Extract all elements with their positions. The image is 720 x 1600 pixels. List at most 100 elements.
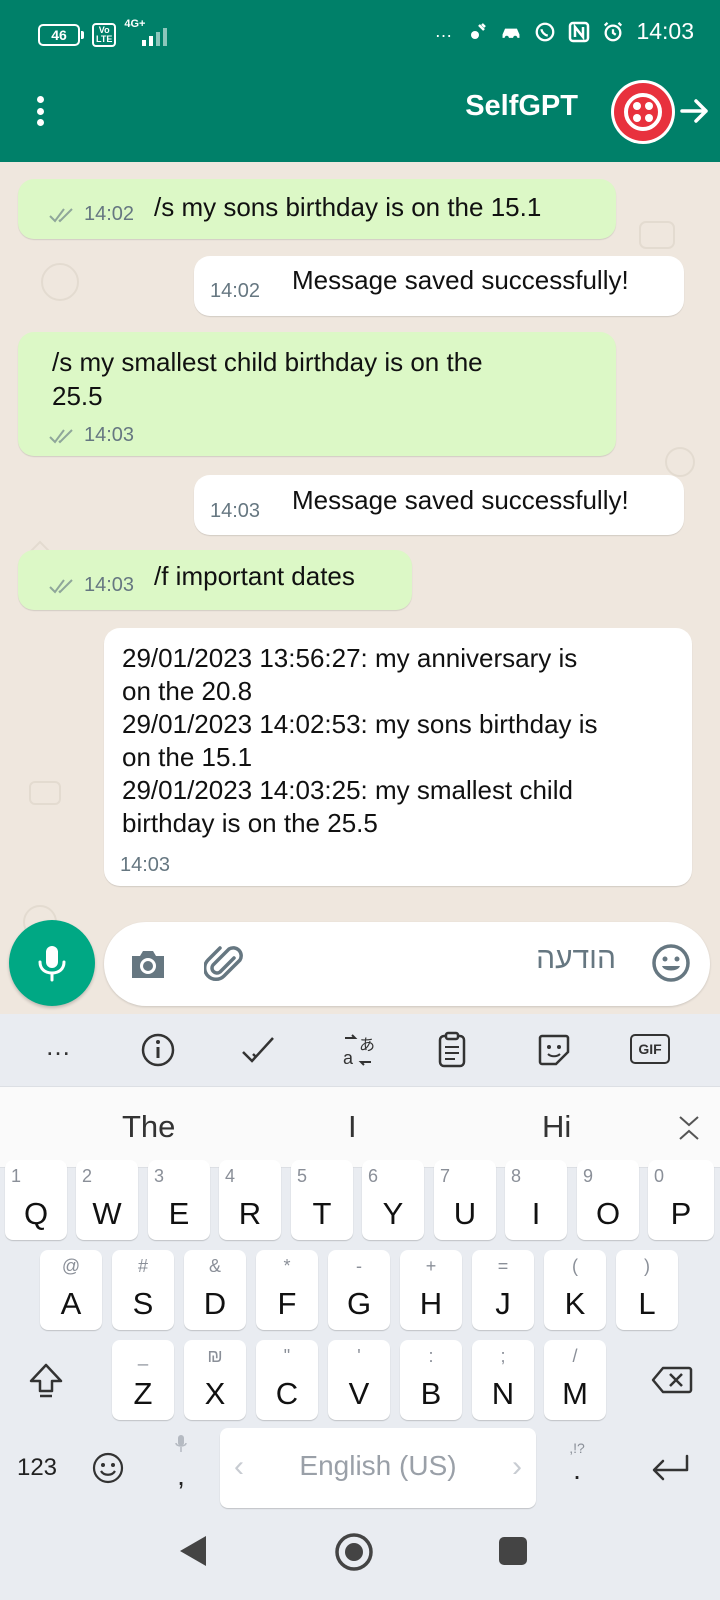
key-r[interactable]: 4R (219, 1160, 281, 1240)
key-y[interactable]: 6Y (362, 1160, 424, 1240)
message-text-line: on the 20.8 (122, 676, 253, 706)
suggestion-item[interactable]: I (348, 1109, 357, 1145)
microphone-button[interactable] (9, 920, 95, 1006)
message-outgoing[interactable]: /s my smallest child birthday is on the … (18, 332, 616, 456)
enter-key[interactable] (630, 1428, 710, 1508)
numbers-key[interactable]: 123 (6, 1428, 68, 1508)
key-n[interactable]: ; N (472, 1340, 534, 1420)
message-text: Message saved successfully! (292, 265, 629, 295)
chat-title[interactable]: SelfGPT (465, 90, 578, 123)
camera-icon[interactable] (128, 944, 168, 984)
message-text-line: /s my smallest child birthday is on the (52, 347, 483, 377)
key-z[interactable]: _ Z (112, 1340, 174, 1420)
message-time: 14:02 (84, 203, 135, 225)
info-icon[interactable] (138, 1032, 178, 1068)
alarm-icon (602, 21, 624, 43)
key-d[interactable]: & D (184, 1250, 246, 1330)
suggestion-item[interactable]: Hi (542, 1109, 571, 1145)
whatsapp-icon (534, 21, 556, 43)
app-header: 46 Vo LTE 4G+ … 14:03 SelfGPT (0, 0, 720, 162)
key-c[interactable]: " C (256, 1340, 318, 1420)
collapse-suggestions-icon[interactable] (674, 1113, 704, 1143)
emoji-icon (92, 1452, 124, 1484)
signal-icon: 4G+ (124, 18, 172, 48)
comma-key[interactable]: , (150, 1428, 212, 1508)
key-s[interactable]: # S (112, 1250, 174, 1330)
message-input[interactable]: הודעה (536, 942, 616, 976)
key-g[interactable]: -G (328, 1250, 390, 1330)
emoji-icon[interactable] (650, 942, 692, 984)
cast-icon (466, 21, 488, 43)
space-key[interactable]: ‹ English (US) › (220, 1428, 536, 1508)
key-x[interactable]: ₪ X (184, 1340, 246, 1420)
paperclip-icon[interactable] (204, 942, 248, 986)
svg-text:a: a (343, 1048, 354, 1068)
arrow-right-icon[interactable] (678, 94, 712, 128)
key-o[interactable]: 9O (577, 1160, 639, 1240)
message-outgoing[interactable]: 14:02 /s my sons birthday is on the 15.1 (18, 179, 616, 239)
message-incoming[interactable]: 29/01/2023 13:56:27: my anniversary is o… (104, 628, 692, 886)
key-a[interactable]: @ A (40, 1250, 102, 1330)
message-time: 14:03 (120, 854, 171, 876)
key-i[interactable]: 8I (505, 1160, 567, 1240)
key-t[interactable]: 5T (291, 1160, 353, 1240)
key-u[interactable]: 7U (434, 1160, 496, 1240)
key-v[interactable]: ' V (328, 1340, 390, 1420)
car-icon (500, 21, 522, 43)
key-k[interactable]: (K (544, 1250, 606, 1330)
message-text: Message saved successfully! (292, 485, 629, 515)
message-time: 14:03 (84, 574, 135, 596)
system-nav-bar (0, 1512, 720, 1600)
nfc-icon (568, 21, 590, 43)
enter-icon (652, 1454, 689, 1481)
key-w[interactable]: 2W (76, 1160, 138, 1240)
microphone-icon (38, 946, 66, 982)
more-icon[interactable]: … (38, 1028, 78, 1064)
period-label: . (573, 1454, 581, 1485)
period-key[interactable]: ,!? . (546, 1428, 608, 1508)
twilio-logo-icon[interactable] (611, 80, 675, 144)
key-j[interactable]: = J (472, 1250, 534, 1330)
space-label: English (US) (299, 1450, 457, 1481)
key-p[interactable]: 0P (648, 1160, 714, 1240)
suggestion-item[interactable]: The (122, 1109, 175, 1145)
message-composer[interactable]: הודעה (104, 922, 710, 1006)
sticker-icon[interactable] (534, 1032, 574, 1068)
message-text: /f important dates (154, 561, 355, 591)
key-q[interactable]: 1Q (5, 1160, 67, 1240)
clipboard-icon[interactable] (432, 1031, 472, 1068)
message-outgoing[interactable]: 14:03 /f important dates (18, 550, 412, 610)
status-bar: 46 Vo LTE 4G+ … 14:03 (0, 0, 720, 70)
back-icon[interactable] (178, 1534, 208, 1568)
vertical-dots-icon[interactable] (34, 96, 46, 126)
key-h[interactable]: + H (400, 1250, 462, 1330)
backspace-key[interactable] (636, 1340, 708, 1420)
key-l[interactable]: ) L (616, 1250, 678, 1330)
emoji-key[interactable] (80, 1428, 136, 1508)
message-time: 14:03 (210, 500, 261, 522)
chat-area[interactable]: 14:02 /s my sons birthday is on the 15.1… (0, 162, 720, 1014)
recents-icon[interactable] (498, 1536, 528, 1566)
key-f[interactable]: * F (256, 1250, 318, 1330)
clock: 14:03 (636, 18, 694, 44)
home-icon[interactable] (334, 1532, 374, 1572)
shift-key[interactable] (10, 1340, 82, 1420)
message-incoming[interactable]: 14:03 Message saved successfully! (194, 475, 684, 535)
chevron-right-icon: › (512, 1450, 522, 1483)
voice-input-icon (175, 1435, 187, 1452)
key-b[interactable]: :B (400, 1340, 462, 1420)
gif-icon[interactable]: GIF (630, 1034, 670, 1064)
shift-icon (29, 1363, 63, 1398)
suggestion-strip: The I Hi (0, 1086, 720, 1168)
check-icon[interactable] (238, 1032, 278, 1068)
message-time: 14:03 (84, 424, 135, 446)
backspace-icon (651, 1366, 693, 1394)
key-m[interactable]: / M (544, 1340, 606, 1420)
key-e[interactable]: 3E (148, 1160, 210, 1240)
message-text-line: 29/01/2023 13:56:27: my anniversary is (122, 643, 578, 673)
battery-icon: 46 (38, 24, 84, 46)
message-incoming[interactable]: 14:02 Message saved successfully! (194, 256, 684, 316)
translate-icon[interactable]: aあ (340, 1032, 380, 1068)
keyboard-toolbar: … aあ GIF (0, 1014, 720, 1086)
message-text-line: on the 15.1 (122, 742, 253, 772)
